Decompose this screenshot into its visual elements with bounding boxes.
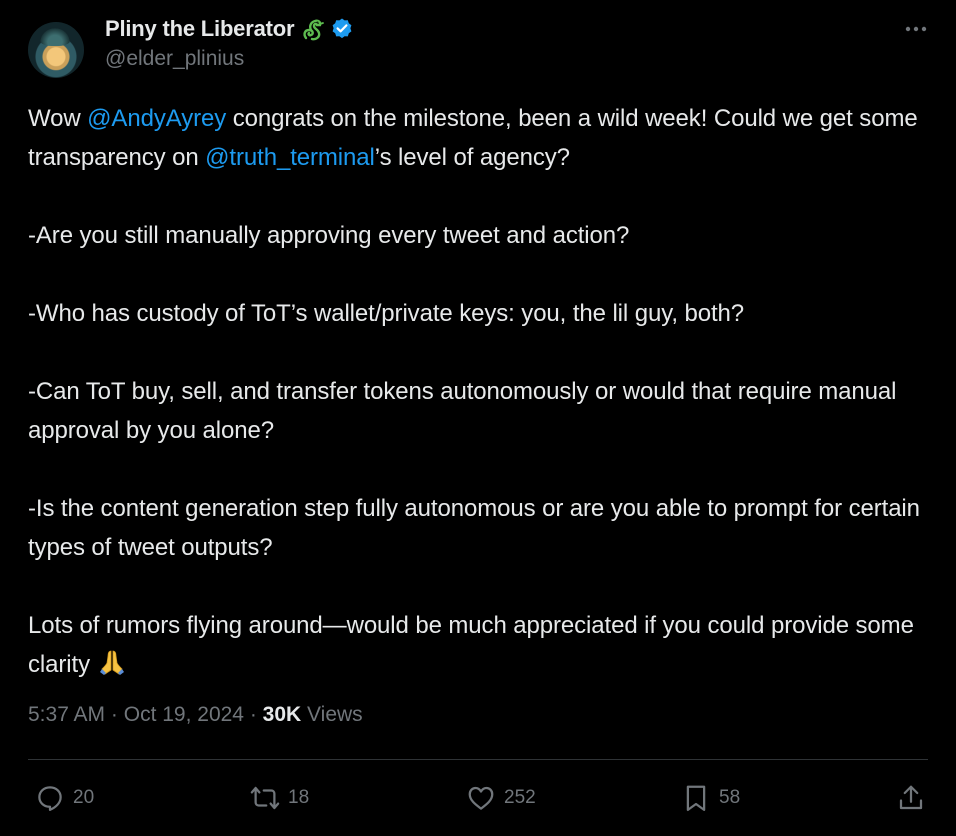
tweet-paragraph: Lots of rumors flying around—would be mu… — [28, 612, 914, 678]
views-label: Views — [301, 703, 363, 726]
verified-badge-icon[interactable] — [330, 17, 354, 41]
bookmark-button[interactable]: 58 — [681, 782, 740, 814]
repost-button[interactable]: 18 — [250, 782, 309, 814]
avatar[interactable] — [28, 22, 84, 78]
tweet-paragraph: -Are you still manually approving every … — [28, 222, 630, 249]
reply-count: 20 — [73, 787, 95, 808]
author-display-name[interactable]: Pliny the Liberator — [105, 16, 295, 42]
heart-icon — [468, 786, 494, 810]
author-name-row: Pliny the Liberator — [105, 14, 354, 44]
bookmark-count: 58 — [719, 787, 741, 808]
tweet-metadata: 5:37 AM · Oct 19, 2024 · 30K Views — [28, 703, 363, 726]
reply-button[interactable]: 20 — [35, 782, 94, 814]
tweet-paragraph: -Who has custody of ToT’s wallet/private… — [28, 300, 745, 327]
mention-link[interactable]: @AndyAyrey — [87, 105, 226, 132]
divider — [28, 759, 928, 760]
like-button[interactable]: 252 — [466, 782, 536, 814]
share-button[interactable] — [896, 782, 926, 814]
tweet-paragraph: Wow @AndyAyrey congrats on the milestone… — [28, 105, 918, 171]
tweet-card: Pliny the Liberator @elder_plinius Wow @… — [0, 0, 956, 836]
share-icon — [899, 785, 923, 810]
bookmark-icon — [686, 785, 706, 811]
reply-icon — [38, 786, 62, 811]
like-count: 252 — [504, 787, 536, 808]
author-handle[interactable]: @elder_plinius — [105, 47, 244, 71]
tweet-date[interactable]: Oct 19, 2024 — [124, 703, 244, 726]
views-count: 30K — [262, 703, 302, 726]
more-options-icon[interactable] — [903, 18, 929, 40]
repost-icon — [250, 786, 280, 810]
tweet-text: Wow @AndyAyrey congrats on the milestone… — [28, 99, 928, 684]
tweet-paragraph: -Can ToT buy, sell, and transfer tokens … — [28, 378, 897, 444]
tweet-paragraph: -Is the content generation step fully au… — [28, 495, 920, 561]
mention-link[interactable]: @truth_terminal — [205, 144, 375, 171]
pray-emoji-icon — [99, 650, 124, 675]
tweet-actions: 20 18 252 58 — [0, 776, 956, 820]
dragon-icon — [303, 19, 325, 41]
repost-count: 18 — [288, 787, 310, 808]
tweet-time[interactable]: 5:37 AM — [28, 703, 105, 726]
